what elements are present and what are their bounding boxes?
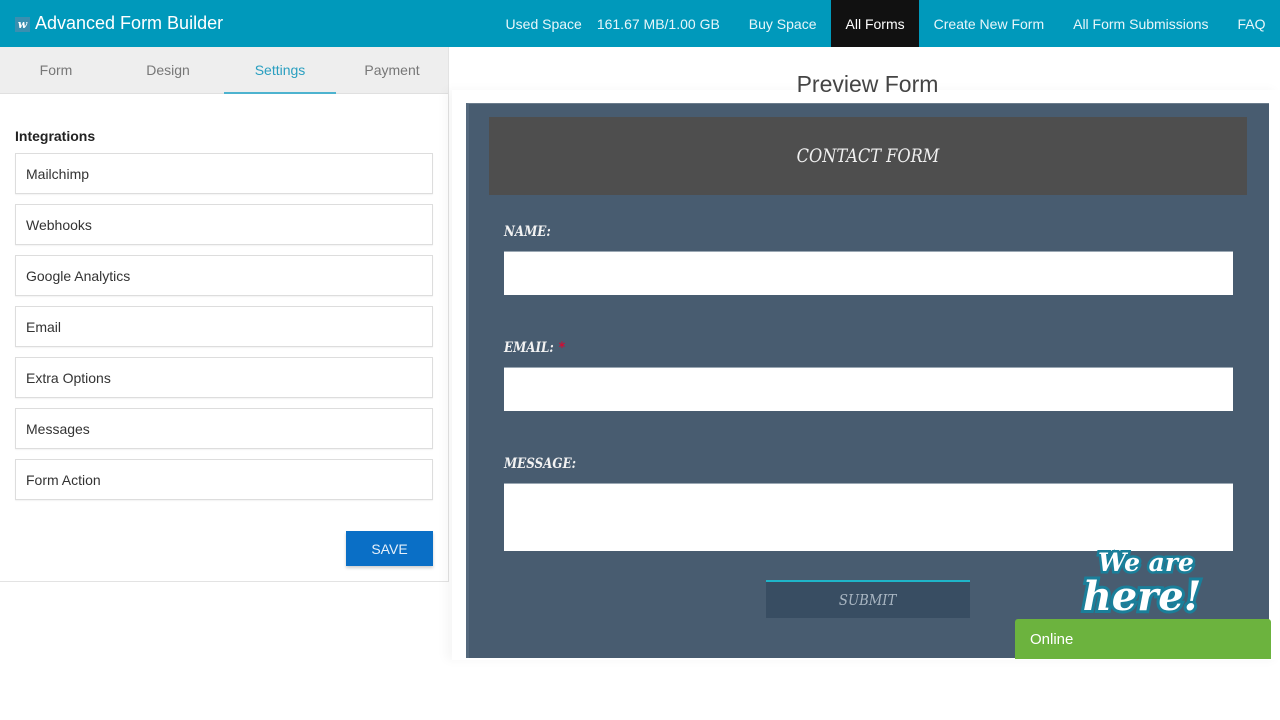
form-title: CONTACT FORM: [796, 145, 940, 167]
settings-panel: Form Design Settings Payment Integration…: [0, 47, 449, 582]
brand[interactable]: w Advanced Form Builder: [15, 0, 223, 47]
app-logo-icon: w: [15, 17, 30, 32]
message-label-text: MESSAGE:: [504, 456, 577, 472]
tab-form[interactable]: Form: [0, 47, 112, 93]
nav-all-form-submissions[interactable]: All Form Submissions: [1059, 0, 1223, 47]
chat-badge-line2: here!: [1083, 573, 1202, 615]
integration-email[interactable]: Email: [15, 306, 433, 347]
submit-button[interactable]: SUBMIT: [766, 580, 970, 618]
preview-title: Preview Form: [796, 71, 939, 97]
tab-design[interactable]: Design: [112, 47, 224, 93]
tab-settings[interactable]: Settings: [224, 47, 336, 94]
integrations-list: Mailchimp Webhooks Google Analytics Emai…: [15, 153, 433, 510]
nav-all-forms[interactable]: All Forms: [831, 0, 920, 47]
email-label-text: EMAIL:: [504, 340, 554, 356]
main-nav: Used Space 161.67 MB/1.00 GB Buy Space A…: [491, 0, 1280, 47]
form-header: CONTACT FORM: [489, 117, 1247, 195]
integration-mailchimp[interactable]: Mailchimp: [15, 153, 433, 194]
name-label: NAME:: [504, 224, 551, 240]
submit-label: SUBMIT: [839, 591, 897, 609]
nav-buy-space[interactable]: Buy Space: [734, 0, 831, 47]
nav-faq[interactable]: FAQ: [1223, 0, 1280, 47]
integration-google-analytics[interactable]: Google Analytics: [15, 255, 433, 296]
integration-messages[interactable]: Messages: [15, 408, 433, 449]
message-label: MESSAGE:: [504, 456, 576, 472]
integrations-heading: Integrations: [15, 128, 96, 144]
name-input[interactable]: [504, 251, 1233, 295]
integration-extra-options[interactable]: Extra Options: [15, 357, 433, 398]
used-space-value: 161.67 MB/1.00 GB: [596, 15, 720, 32]
chat-status: Online: [1030, 630, 1074, 648]
nav-create-new-form[interactable]: Create New Form: [919, 0, 1058, 47]
required-marker: *: [558, 340, 566, 356]
message-textarea[interactable]: [504, 483, 1233, 551]
chat-status-bar[interactable]: Online: [1015, 619, 1271, 659]
integration-form-action[interactable]: Form Action: [15, 459, 433, 500]
editor-tabs: Form Design Settings Payment: [0, 47, 448, 94]
name-label-text: NAME:: [504, 224, 551, 240]
app-title: Advanced Form Builder: [35, 13, 224, 33]
save-button[interactable]: SAVE: [346, 531, 433, 566]
email-label: EMAIL: *: [504, 340, 565, 356]
top-navbar: w Advanced Form Builder Used Space 161.6…: [0, 0, 1280, 47]
tab-payment[interactable]: Payment: [336, 47, 448, 93]
email-input[interactable]: [504, 367, 1233, 411]
we-are-here-chat-badge[interactable]: We are here!: [1074, 543, 1214, 616]
integration-webhooks[interactable]: Webhooks: [15, 204, 433, 245]
used-space-label: Used Space: [505, 15, 582, 32]
